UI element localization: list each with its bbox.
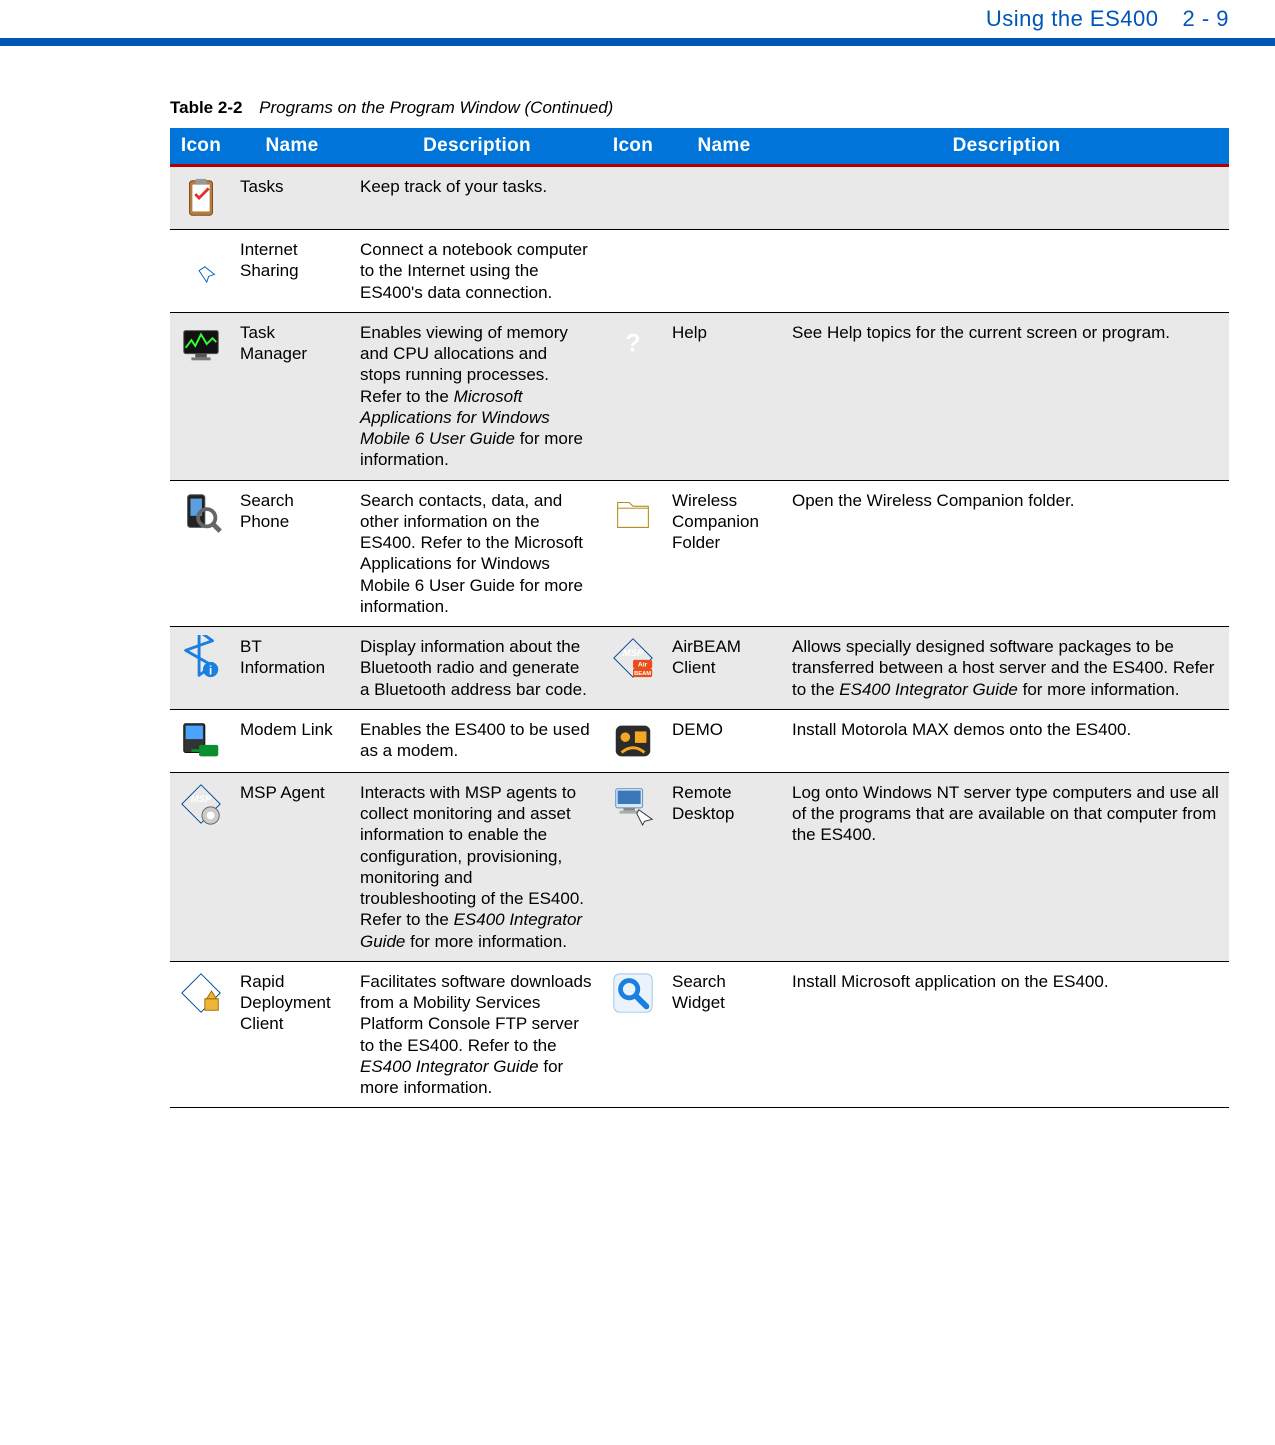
- airbeam-client-icon: [610, 635, 656, 681]
- cell-icon: [170, 312, 232, 480]
- cell-icon: [170, 772, 232, 961]
- cell-desc: Facilitates software downloads from a Mo…: [352, 961, 602, 1108]
- table-caption-label: Table 2-2: [170, 98, 242, 117]
- rapid-deployment-client-icon: [178, 970, 224, 1016]
- cell-name: DEMO: [664, 709, 784, 772]
- cell-desc: Enables the ES400 to be used as a modem.: [352, 709, 602, 772]
- col-name-2: Name: [664, 128, 784, 166]
- search-phone-icon: [178, 489, 224, 535]
- help-icon: [610, 321, 656, 367]
- internet-sharing-icon: [178, 238, 224, 284]
- cell-desc: Enables viewing of memory and CPU alloca…: [352, 312, 602, 480]
- table-row: Internet SharingConnect a notebook compu…: [170, 230, 1229, 313]
- cell-icon: [602, 627, 664, 710]
- page-header: Using the ES400 2 - 9: [0, 0, 1275, 46]
- cell-name: BT Information: [232, 627, 352, 710]
- cell-icon: [602, 166, 664, 230]
- table-header-row: Icon Name Description Icon Name Descript…: [170, 128, 1229, 166]
- cell-name: Search Widget: [664, 961, 784, 1108]
- cell-desc: [784, 230, 1229, 313]
- cell-icon: [602, 772, 664, 961]
- header-section: Using the ES400: [986, 6, 1159, 32]
- table-row: MSP AgentInteracts with MSP agents to co…: [170, 772, 1229, 961]
- cell-icon: [170, 230, 232, 313]
- cell-name: [664, 230, 784, 313]
- cell-name: Remote Desktop: [664, 772, 784, 961]
- cell-name: [664, 166, 784, 230]
- cell-name: Modem Link: [232, 709, 352, 772]
- col-icon-2: Icon: [602, 128, 664, 166]
- col-name-1: Name: [232, 128, 352, 166]
- table-row: Modem LinkEnables the ES400 to be used a…: [170, 709, 1229, 772]
- table-caption-title: Programs on the Program Window (Continue…: [259, 98, 613, 117]
- cell-desc: Keep track of your tasks.: [352, 166, 602, 230]
- cell-desc: [784, 166, 1229, 230]
- wireless-companion-folder-icon: [610, 489, 656, 535]
- cell-desc: Install Motorola MAX demos onto the ES40…: [784, 709, 1229, 772]
- task-manager-icon: [178, 321, 224, 367]
- cell-name: Search Phone: [232, 480, 352, 627]
- cell-name: AirBEAM Client: [664, 627, 784, 710]
- bt-information-icon: [178, 635, 224, 681]
- cell-icon: [602, 480, 664, 627]
- cell-desc: Interacts with MSP agents to collect mon…: [352, 772, 602, 961]
- cell-desc: Open the Wireless Companion folder.: [784, 480, 1229, 627]
- table-row: TasksKeep track of your tasks.: [170, 166, 1229, 230]
- cell-name: MSP Agent: [232, 772, 352, 961]
- cell-desc: Connect a notebook computer to the Inter…: [352, 230, 602, 313]
- col-desc-2: Description: [784, 128, 1229, 166]
- cell-desc: See Help topics for the current screen o…: [784, 312, 1229, 480]
- programs-table: Icon Name Description Icon Name Descript…: [170, 128, 1229, 1108]
- cell-name: Help: [664, 312, 784, 480]
- cell-icon: [170, 961, 232, 1108]
- col-icon-1: Icon: [170, 128, 232, 166]
- table-row: Rapid Deployment ClientFacilitates softw…: [170, 961, 1229, 1108]
- table-row: BT InformationDisplay information about …: [170, 627, 1229, 710]
- cell-name: Rapid Deployment Client: [232, 961, 352, 1108]
- cell-desc: Search contacts, data, and other informa…: [352, 480, 602, 627]
- cell-name: Internet Sharing: [232, 230, 352, 313]
- cell-icon: [602, 230, 664, 313]
- search-widget-icon: [610, 970, 656, 1016]
- tasks-icon: [178, 175, 224, 221]
- header-page: 2 - 9: [1182, 6, 1229, 32]
- cell-name: Wireless Companion Folder: [664, 480, 784, 627]
- cell-desc: Install Microsoft application on the ES4…: [784, 961, 1229, 1108]
- cell-desc: Display information about the Bluetooth …: [352, 627, 602, 710]
- cell-desc: Log onto Windows NT server type computer…: [784, 772, 1229, 961]
- cell-desc: Allows specially designed software packa…: [784, 627, 1229, 710]
- table-row: Search PhoneSearch contacts, data, and o…: [170, 480, 1229, 627]
- table-caption: Table 2-2 Programs on the Program Window…: [170, 98, 1229, 118]
- cell-icon: [602, 709, 664, 772]
- msp-agent-icon: [178, 781, 224, 827]
- remote-desktop-icon: [610, 781, 656, 827]
- cell-icon: [170, 627, 232, 710]
- cell-icon: [602, 312, 664, 480]
- cell-icon: [170, 480, 232, 627]
- cell-icon: [170, 709, 232, 772]
- cell-icon: [602, 961, 664, 1108]
- cell-name: Task Manager: [232, 312, 352, 480]
- col-desc-1: Description: [352, 128, 602, 166]
- demo-icon: [610, 718, 656, 764]
- cell-icon: [170, 166, 232, 230]
- table-row: Task ManagerEnables viewing of memory an…: [170, 312, 1229, 480]
- modem-link-icon: [178, 718, 224, 764]
- cell-name: Tasks: [232, 166, 352, 230]
